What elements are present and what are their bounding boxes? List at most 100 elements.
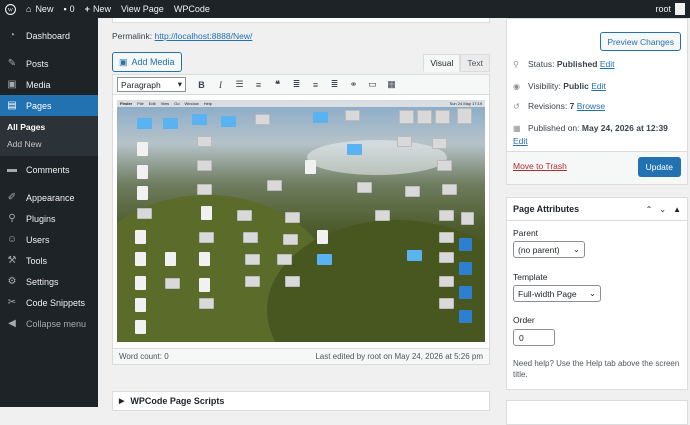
new-content-link[interactable]: + New (80, 0, 116, 18)
chevron-up-icon[interactable]: ⌃ (646, 205, 653, 214)
sidebar-item-tools[interactable]: ⚒ Tools (0, 250, 98, 271)
sidebar-item-pages[interactable]: ▤ Pages (0, 95, 98, 116)
file-icon (442, 184, 457, 195)
site-name-link[interactable]: ⌂ New (21, 0, 58, 18)
align-center-icon[interactable]: ≡ (308, 77, 323, 92)
collapse-menu-button[interactable]: ◀ Collapse menu (0, 313, 98, 334)
italic-icon[interactable]: I (213, 77, 228, 92)
caret-right-icon: ▶ (119, 398, 125, 405)
folder-icon (137, 118, 152, 129)
format-select[interactable]: Paragraph ▾ (117, 77, 186, 92)
file-icon (439, 232, 454, 243)
wpcode-link[interactable]: WPCode (169, 0, 215, 18)
preview-changes-button[interactable]: Preview Changes (600, 32, 681, 51)
caret-up-icon[interactable]: ▲ (673, 205, 681, 214)
visibility-edit-link[interactable]: Edit (591, 81, 606, 91)
side-column: Preview Changes ⚲ Status: Published Edit… (506, 18, 688, 425)
document-icon (137, 165, 148, 179)
desktop-screenshot-image[interactable]: Finder File Edit View Go Window Help Sun… (117, 100, 485, 342)
tab-text[interactable]: Text (460, 54, 490, 72)
file-icon (165, 278, 180, 289)
editor-content[interactable]: Finder File Edit View Go Window Help Sun… (113, 95, 489, 348)
template-label: Template (513, 272, 548, 282)
link-icon[interactable]: ⚭ (346, 77, 361, 92)
title-field-edge[interactable] (112, 18, 490, 23)
folder-icon (347, 144, 362, 155)
file-icon (439, 276, 454, 287)
sidebar-item-settings[interactable]: ⚙ Settings (0, 271, 98, 292)
toolbar-toggle-icon[interactable]: ▦ (384, 77, 399, 92)
last-edited: Last edited by root on May 24, 2026 at 5… (315, 352, 483, 361)
mac-menu-item: Window (184, 101, 199, 106)
file-icon (285, 212, 300, 223)
user-name: root (655, 4, 671, 14)
file-icon (457, 108, 472, 124)
bold-icon[interactable]: B (194, 77, 209, 92)
chevron-down-icon: ▾ (177, 79, 182, 89)
sidebar-item-media[interactable]: ▣ Media (0, 74, 98, 95)
permalink-link[interactable]: http://localhost:8888/New/ (155, 31, 253, 41)
view-page-link[interactable]: View Page (116, 0, 169, 18)
folder-icon (459, 238, 472, 251)
document-icon (137, 142, 148, 156)
folder-icon (313, 112, 328, 123)
wp-logo-icon[interactable]: W (0, 0, 21, 18)
chevron-down-icon[interactable]: ⌄ (659, 205, 666, 214)
move-to-trash-link[interactable]: Move to Trash (513, 161, 567, 171)
document-icon (135, 320, 146, 334)
file-icon (199, 298, 214, 309)
blockquote-icon[interactable]: ❝ (270, 77, 285, 92)
user-account-link[interactable]: root (650, 0, 690, 18)
sidebar-item-label: Appearance (26, 192, 75, 203)
status-value: Published (556, 59, 598, 69)
sidebar-item-posts[interactable]: ✎ Posts (0, 53, 98, 74)
revisions-row: ↺ Revisions: 7 Browse (513, 101, 605, 111)
revisions-value: 7 (569, 101, 575, 111)
comment-icon: ▪ (63, 4, 67, 14)
comments-link[interactable]: ▪ 0 (58, 0, 79, 18)
file-icon (243, 232, 258, 243)
visibility-label: Visibility: (528, 81, 561, 91)
sidebar-item-plugins[interactable]: ⚲ Plugins (0, 208, 98, 229)
parent-label: Parent (513, 228, 539, 238)
numbered-list-icon[interactable]: ≡ (251, 77, 266, 92)
sidebar-item-users[interactable]: ☺ Users (0, 229, 98, 250)
sidebar-item-label: Users (26, 234, 50, 245)
sidebar-item-label: Posts (26, 58, 49, 69)
update-button[interactable]: Update (637, 157, 681, 177)
document-icon (165, 252, 176, 266)
revisions-browse-link[interactable]: Browse (577, 101, 605, 111)
sidebar-item-appearance[interactable]: ✐ Appearance (0, 187, 98, 208)
sidebar-item-dashboard[interactable]: ◔ Dashboard (0, 25, 98, 46)
sidebar-item-comments[interactable]: ▬ Comments (0, 159, 98, 180)
sidebar-item-label: Pages (26, 100, 52, 111)
folder-icon (407, 250, 422, 261)
document-icon (317, 230, 328, 244)
file-icon (417, 110, 432, 124)
file-icon (435, 110, 450, 124)
brush-icon: ✐ (7, 192, 17, 203)
calendar-icon: ▦ (513, 123, 521, 133)
wpcode-page-scripts-box[interactable]: ▶ WPCode Page Scripts (112, 391, 490, 411)
tab-visual[interactable]: Visual (423, 54, 461, 72)
user-icon: ☺ (6, 234, 18, 245)
order-input[interactable]: 0 (513, 329, 555, 346)
parent-select[interactable]: (no parent) ⌄ (513, 241, 585, 258)
more-tag-icon[interactable]: ▭ (365, 77, 380, 92)
sidebar-item-code-snippets[interactable]: ✂ Code Snippets (0, 292, 98, 313)
pages-submenu: All Pages Add New (0, 116, 98, 156)
file-icon (397, 136, 412, 147)
status-edit-link[interactable]: Edit (600, 59, 615, 69)
align-right-icon[interactable]: ≣ (327, 77, 342, 92)
site-name-label: New (35, 4, 54, 14)
editor-column: Permalink: http://localhost:8888/New/ ▣ … (112, 18, 490, 365)
submenu-add-new[interactable]: Add New (0, 136, 98, 153)
word-count: Word count: 0 (119, 352, 169, 361)
template-select[interactable]: Full-width Page ⌄ (513, 285, 601, 302)
file-icon (285, 276, 300, 287)
submenu-all-pages[interactable]: All Pages (0, 119, 98, 136)
add-media-button[interactable]: ▣ Add Media (112, 52, 182, 72)
align-left-icon[interactable]: ≣ (289, 77, 304, 92)
published-on-edit-link[interactable]: Edit (513, 136, 528, 146)
bullet-list-icon[interactable]: ☰ (232, 77, 247, 92)
